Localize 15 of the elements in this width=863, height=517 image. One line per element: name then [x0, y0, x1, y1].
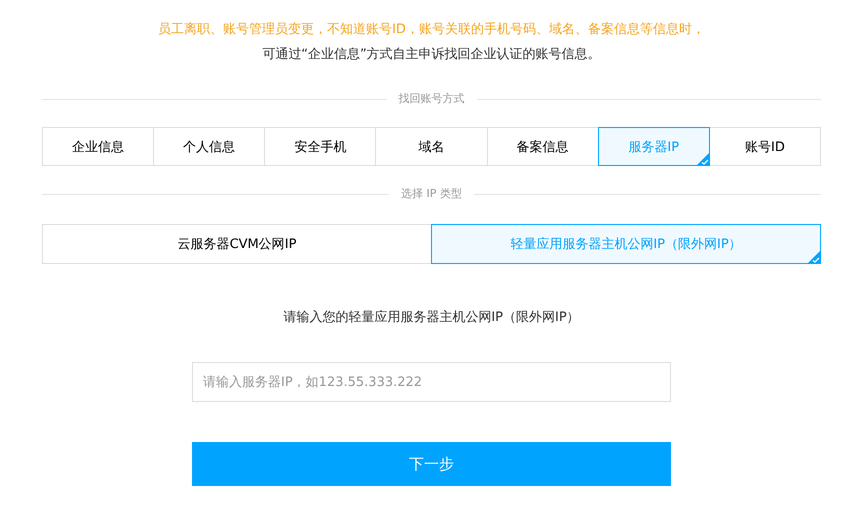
hint-text: 可通过“企业信息”方式自主申诉找回企业认证的账号信息。: [262, 46, 601, 64]
prompt-text: 请输入您的轻量应用服务器主机公网IP（限外网IP）: [283, 309, 580, 327]
method-tab[interactable]: 备案信息: [486, 127, 599, 166]
ip-type-option[interactable]: 云服务器CVM公网IP: [42, 224, 432, 264]
warning-text: 员工离职、账号管理员变更，不知道账号ID，账号关联的手机号码、域名、备案信息等信息时，: [158, 21, 705, 39]
method-tab[interactable]: 安全手机: [264, 127, 376, 166]
method-tab[interactable]: 个人信息: [153, 127, 266, 166]
method-tab[interactable]: 账号ID: [708, 127, 821, 166]
check-corner-icon: [807, 250, 821, 264]
section-divider-label: 选择 IP 类型: [401, 186, 462, 202]
ip-input-field[interactable]: 请输入服务器IP，如123.55.333.222: [192, 362, 671, 402]
method-tab[interactable]: 企业信息: [42, 127, 154, 166]
section-divider-label: 找回账号方式: [398, 91, 464, 107]
check-corner-icon: [696, 152, 710, 166]
method-tab[interactable]: 域名: [375, 127, 488, 166]
